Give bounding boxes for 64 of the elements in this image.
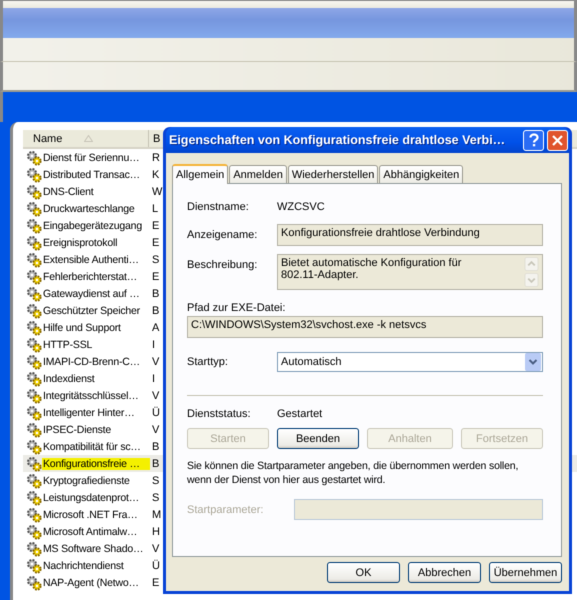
- table-cell-text: E: [151, 576, 160, 588]
- table-cell-text: E: [151, 236, 160, 248]
- table-cell-text: M: [151, 508, 162, 520]
- table-cell-text: S: [151, 254, 160, 266]
- table-cell-text: K: [151, 168, 160, 180]
- table-cell-text: Ü: [151, 560, 160, 572]
- service-name: Eingabegerätezugang: [42, 220, 143, 232]
- service-name: NAP-Agent (Netwo…: [42, 576, 140, 588]
- table-cell-text: V: [151, 424, 160, 436]
- service-name: DNS-Client: [42, 186, 95, 198]
- field-label: Beschreibung:: [187, 259, 258, 271]
- table-cell-text: L: [151, 202, 158, 214]
- service-name: Dienst für Seriennu…: [42, 152, 140, 164]
- service-name: Microsoft .NET Fra…: [42, 508, 139, 520]
- service-name: Fehlerberichterstat…: [42, 270, 138, 282]
- service-name: IMAPI-CD-Brenn-C…: [42, 356, 141, 368]
- service-name: Leistungsdatenprot…: [42, 492, 140, 504]
- table-cell-text: Ü: [151, 406, 160, 418]
- table-cell-text: R: [151, 152, 160, 164]
- field-label: Startparameter:: [187, 504, 264, 516]
- table-cell-text: I: [151, 338, 156, 350]
- service-name: Geschützter Speicher: [42, 304, 141, 316]
- table-cell-text: E: [151, 220, 160, 232]
- table-cell-text: B: [151, 458, 160, 470]
- service-name: Intelligenter Hinter…: [42, 406, 136, 418]
- table-cell-text: S: [151, 474, 160, 486]
- service-name: HTTP-SSL: [42, 338, 94, 350]
- service-name: Extensible Authenti…: [42, 254, 140, 266]
- field-label: Starttyp:: [187, 356, 229, 368]
- service-name: Druckwarteschlange: [42, 202, 136, 214]
- table-cell-text: E: [151, 270, 160, 282]
- service-name: Kompatibilität für sc…: [42, 440, 142, 452]
- table-cell-text: H: [151, 526, 160, 538]
- table-cell-text: A: [151, 322, 160, 334]
- service-status-value: Gestartet: [277, 408, 322, 420]
- field-label: Dienstname:: [187, 201, 250, 213]
- service-name: Konfigurationsfreie …: [42, 458, 150, 470]
- table-cell-text: W: [151, 186, 162, 198]
- description-text: Bietet automatische Konfiguration für 802.11-Adapter.: [281, 257, 462, 283]
- table-cell-text: B: [151, 304, 160, 316]
- service-name: Ereignisprotokoll: [42, 236, 118, 248]
- service-name: IPSEC-Dienste: [42, 424, 112, 436]
- field-label: Dienststatus:: [187, 408, 252, 420]
- service-name: Integritätsschlüssel…: [42, 390, 140, 402]
- field-label: Pfad zur EXE-Datei:: [187, 302, 286, 314]
- service-name: Kryptografiedienste: [42, 474, 131, 486]
- hint-text: Sie können die Startparameter angeben, die übernommen werden sollen, wenn der Dienst von hier aus gestartet wird.: [187, 459, 520, 487]
- service-name-value: WZCSVC: [277, 201, 325, 213]
- table-cell-text: V: [151, 390, 160, 402]
- field-label: Anzeigename:: [187, 229, 258, 241]
- service-name: Distributed Transac…: [42, 168, 141, 180]
- service-name: Gatewaydienst auf …: [42, 288, 141, 300]
- service-name: Microsoft Antimalw…: [42, 526, 138, 538]
- table-cell-text: B: [151, 288, 160, 300]
- table-cell-text: S: [151, 492, 160, 504]
- service-name: Indexdienst: [42, 372, 96, 384]
- table-cell-text: V: [151, 542, 160, 554]
- service-name: MS Software Shado…: [42, 542, 144, 554]
- service-name: Nachrichtendienst: [42, 560, 125, 572]
- service-name: Hilfe und Support: [42, 322, 122, 334]
- table-cell-text: I: [151, 372, 156, 384]
- dialog-title: Eigenschaften von Konfigurationsfreie drahtlose Verbi…: [169, 133, 506, 147]
- table-cell-text: B: [151, 440, 160, 452]
- table-cell-text: V: [151, 356, 160, 368]
